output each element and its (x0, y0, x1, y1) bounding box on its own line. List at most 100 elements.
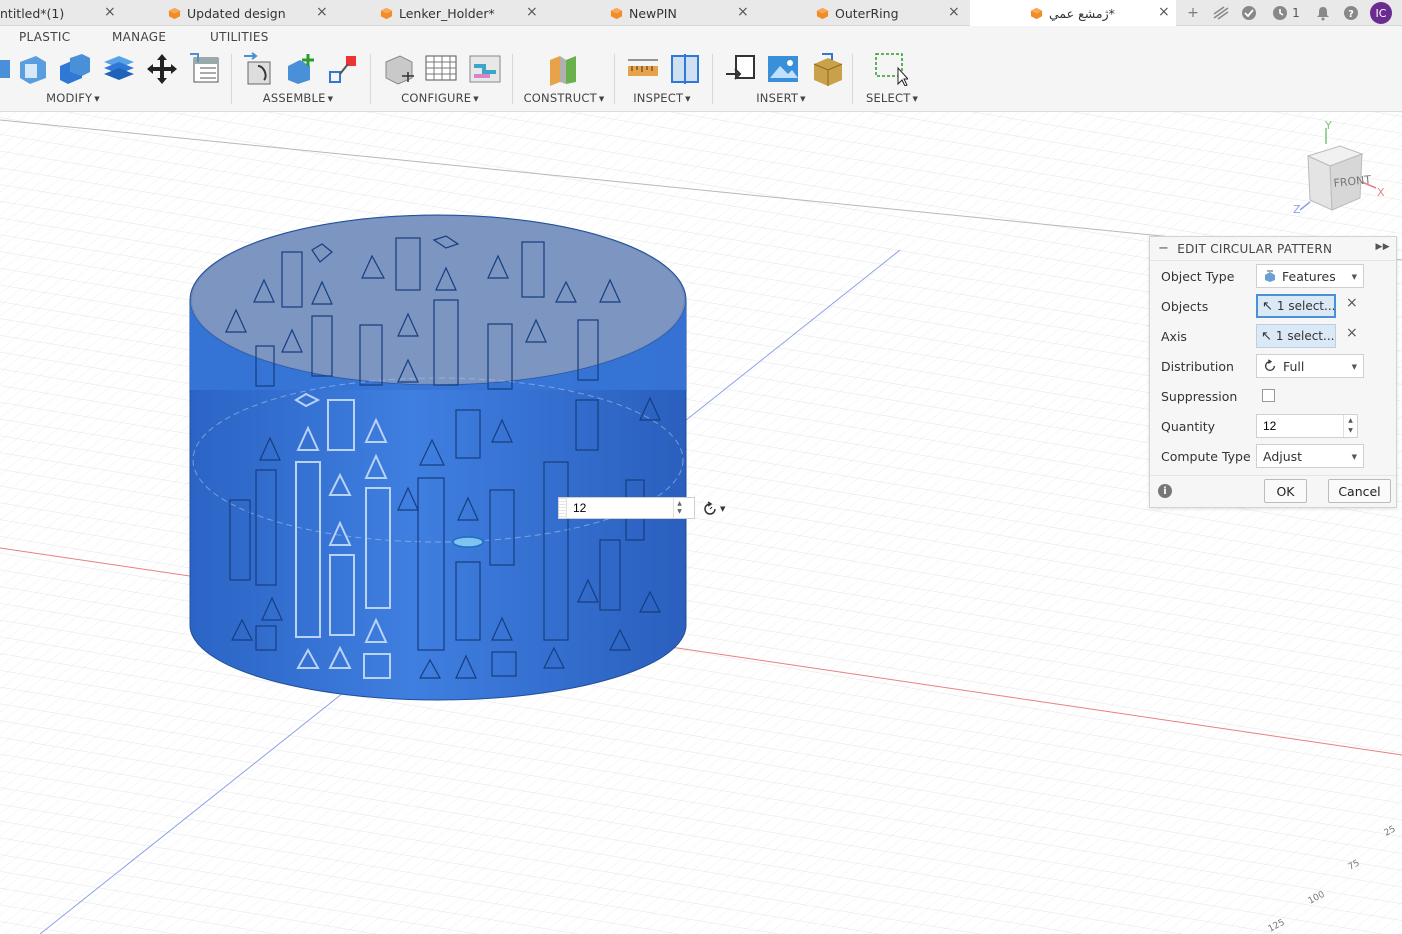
notification-bell-icon[interactable] (1314, 4, 1332, 22)
quantity-label: Quantity (1161, 418, 1216, 434)
quantity-field[interactable]: ▲▼ (1256, 414, 1358, 438)
pattern-body[interactable] (189, 214, 687, 701)
help-icon[interactable]: ? (1342, 4, 1360, 22)
caret-down-icon: ▼ (912, 94, 919, 103)
clear-selection-icon[interactable]: × (1346, 295, 1358, 311)
object-type-select[interactable]: Features ▼ (1256, 264, 1364, 288)
insert-canvas-icon[interactable] (766, 52, 800, 86)
configure-design-icon[interactable] (382, 52, 416, 86)
minimize-icon[interactable]: − (1158, 241, 1169, 256)
caret-down-icon: ▼ (1351, 273, 1357, 281)
insert-menu[interactable]: INSERT ▼ (716, 91, 846, 105)
edit-circular-pattern-dialog: − EDIT CIRCULAR PATTERN ▶▶ Object Type F… (1149, 236, 1397, 508)
chevron-up-icon[interactable]: ▲ (677, 500, 682, 508)
move-copy-icon[interactable] (145, 52, 179, 86)
quantity-stepper[interactable]: ▲ ▼ (1343, 415, 1357, 437)
compute-type-select[interactable]: Adjust ▼ (1256, 444, 1364, 468)
user-avatar[interactable]: IC (1370, 2, 1392, 24)
extensions-icon[interactable] (1212, 4, 1230, 22)
close-icon[interactable]: × (104, 4, 116, 20)
combine-icon[interactable] (58, 52, 92, 86)
chevron-down-icon[interactable]: ▼ (677, 508, 682, 516)
tab-manage[interactable]: MANAGE (112, 30, 166, 44)
offset-plane-icon[interactable] (546, 52, 580, 86)
shell-icon[interactable] (16, 52, 50, 86)
inspect-menu[interactable]: INSPECT ▼ (618, 91, 706, 105)
view-cube[interactable]: Y X Z FRONT (1290, 119, 1390, 220)
joint-icon[interactable] (284, 52, 318, 86)
press-pull-icon[interactable] (0, 52, 16, 86)
change-parameters-icon[interactable] (188, 52, 222, 86)
compute-type-row: Compute Type Adjust ▼ (1150, 441, 1396, 471)
compute-type-value: Adjust (1263, 448, 1303, 464)
job-status-icon[interactable]: 1 (1268, 4, 1304, 22)
suppression-checkbox[interactable] (1262, 389, 1275, 402)
select-menu[interactable]: SELECT ▼ (856, 91, 928, 105)
configuration-table-icon[interactable] (424, 52, 458, 86)
ok-button[interactable]: OK (1264, 479, 1307, 503)
inspect-label: INSPECT (633, 91, 684, 105)
close-icon[interactable]: × (1158, 4, 1170, 20)
tab-active-design[interactable]: ژمشع عمي* × (970, 0, 1176, 26)
online-status-icon[interactable] (1240, 4, 1258, 22)
tab-plastic[interactable]: PLASTIC (19, 30, 70, 44)
axis-selector[interactable]: ↖ 1 select... (1256, 324, 1336, 348)
design-doc-icon (816, 7, 829, 19)
new-component-icon[interactable] (242, 52, 276, 86)
insert-mcmaster-icon[interactable] (810, 52, 844, 86)
construct-group: CONSTRUCT ▼ (518, 50, 610, 112)
distribution-dropdown[interactable]: ▼ (702, 500, 730, 518)
drag-grip-icon[interactable] (559, 498, 567, 518)
as-built-joint-icon[interactable] (326, 52, 360, 86)
info-icon[interactable]: i (1158, 484, 1172, 498)
measure-icon[interactable] (626, 52, 660, 86)
window-select-icon[interactable] (874, 52, 908, 86)
inline-quantity-input[interactable] (567, 499, 673, 517)
insert-group: INSERT ▼ (716, 50, 848, 112)
tab-updated-design[interactable]: Updated design × (160, 0, 340, 26)
axis-value: 1 select... (1275, 329, 1335, 343)
objects-selector[interactable]: ↖ 1 select... (1256, 294, 1336, 318)
tab-untitled[interactable]: ntitled*(1) × (0, 0, 120, 26)
expand-arrow-icon[interactable]: ▶▶ (1376, 242, 1390, 252)
modify-menu[interactable]: MODIFY ▼ (0, 91, 146, 105)
caret-down-icon: ▼ (720, 505, 726, 513)
suppression-row: Suppression (1150, 381, 1396, 411)
tab-outerring[interactable]: OuterRing × (810, 0, 970, 26)
close-icon[interactable]: × (948, 4, 960, 20)
divider (512, 54, 513, 104)
assemble-label: ASSEMBLE (262, 91, 326, 105)
pattern-axis-marker[interactable] (452, 536, 484, 548)
section-analysis-icon[interactable] (668, 52, 702, 86)
chevron-up-icon[interactable]: ▲ (1348, 416, 1353, 426)
quantity-input[interactable] (1257, 418, 1343, 434)
dialog-header[interactable]: − EDIT CIRCULAR PATTERN ▶▶ (1150, 237, 1396, 261)
insert-derive-icon[interactable] (724, 52, 758, 86)
offset-face-icon[interactable] (102, 52, 136, 86)
configuration-rules-icon[interactable] (468, 52, 502, 86)
close-icon[interactable]: × (316, 4, 328, 20)
configure-menu[interactable]: CONFIGURE ▼ (374, 91, 506, 105)
tab-lenker-holder[interactable]: Lenker_Holder* × (372, 0, 552, 26)
design-doc-icon (380, 7, 393, 19)
tab-label: ntitled*(1) (0, 5, 65, 21)
tab-newpin[interactable]: NewPIN × (604, 0, 764, 26)
distribution-select[interactable]: Full ▼ (1256, 354, 1364, 378)
quantity-stepper[interactable]: ▲ ▼ (673, 498, 685, 518)
tab-utilities[interactable]: UTILITIES (210, 30, 269, 44)
navcube-face-label[interactable]: FRONT (1333, 173, 1372, 190)
caret-down-icon: ▼ (94, 94, 100, 103)
clear-selection-icon[interactable]: × (1346, 325, 1358, 341)
caret-down-icon: ▼ (1351, 363, 1357, 371)
cursor-arrow-icon: ↖ (1261, 328, 1272, 344)
divider (231, 54, 232, 104)
close-icon[interactable]: × (526, 4, 538, 20)
new-tab-plus-icon[interactable]: + (1184, 4, 1202, 22)
svg-text:?: ? (1348, 9, 1354, 20)
cancel-button[interactable]: Cancel (1328, 479, 1391, 503)
construct-menu[interactable]: CONSTRUCT ▼ (518, 91, 610, 105)
close-icon[interactable]: × (737, 4, 749, 20)
chevron-down-icon[interactable]: ▼ (1348, 426, 1353, 436)
inline-quantity-box[interactable]: ▲▼ (558, 497, 695, 519)
assemble-menu[interactable]: ASSEMBLE ▼ (236, 91, 360, 105)
